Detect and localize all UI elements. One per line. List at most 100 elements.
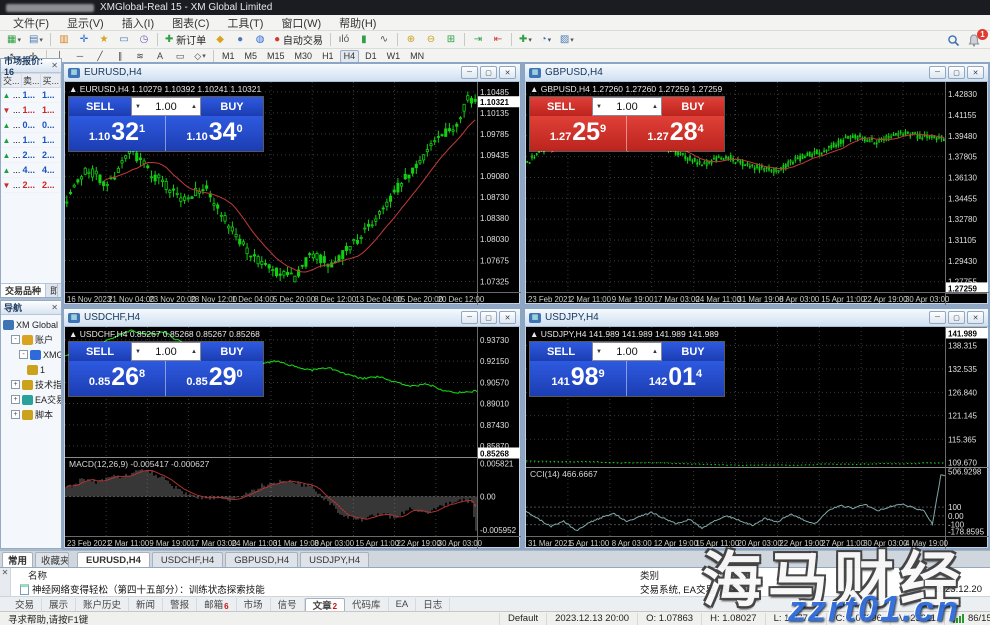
one-click-trading-panel[interactable]: SELL▼1.00▲BUY1.272591.27284 — [529, 96, 725, 152]
new-order-button[interactable]: ✚ 新订单 — [162, 32, 209, 48]
templates-icon[interactable]: ▨▾ — [557, 32, 577, 48]
market-watch-row[interactable]: ▼ ...2...2... — [2, 178, 61, 193]
profiles-icon[interactable]: ▤▾ — [26, 32, 46, 48]
menu-item[interactable]: 工具(T) — [218, 14, 272, 32]
period-button-mn[interactable]: MN — [406, 50, 428, 63]
lot-up-icon[interactable]: ▲ — [649, 104, 661, 110]
period-button-m30[interactable]: M30 — [291, 50, 317, 63]
close-icon[interactable]: ✕ — [499, 66, 516, 79]
chart-window-usdchf[interactable]: ▦USDCHF,H4─▢✕MACD(12,26,9) -0.005417 -0.… — [63, 308, 521, 549]
buy-button[interactable]: BUY — [662, 97, 724, 116]
terminal-tab-文章[interactable]: 文章2 — [305, 598, 345, 611]
period-button-h1[interactable]: H1 — [318, 50, 338, 63]
strategy-tester-icon[interactable]: ◷ — [135, 32, 153, 48]
period-button-w1[interactable]: W1 — [383, 50, 405, 63]
terminal-icon[interactable]: ▭ — [115, 32, 133, 48]
lot-down-icon[interactable]: ▼ — [132, 104, 144, 110]
navigator-item[interactable]: 1 — [3, 362, 61, 377]
status-profile[interactable]: Default — [500, 613, 547, 625]
chart-body[interactable]: 1.428301.411551.394801.378051.361301.344… — [526, 82, 987, 303]
lot-down-icon[interactable]: ▼ — [132, 349, 144, 355]
chart-body[interactable]: MACD(12,26,9) -0.005417 -0.0006270.00582… — [65, 327, 519, 547]
market-watch-row[interactable]: ▼ ...1...1... — [2, 103, 61, 118]
menu-item[interactable]: 帮助(H) — [330, 14, 385, 32]
market-watch-tab-1[interactable]: 即 — [46, 284, 58, 297]
terminal-tab-日志[interactable]: 日志 — [416, 598, 450, 611]
lot-size-field[interactable]: ▼1.00▲ — [131, 342, 201, 361]
periods-icon[interactable]: ◔▾ — [537, 32, 555, 48]
close-icon[interactable]: ✕ — [51, 61, 58, 70]
terminal-name-header[interactable]: 名称 — [28, 568, 47, 582]
chart-shift-icon[interactable]: ⇤ — [489, 32, 507, 48]
auto-scroll-icon[interactable]: ⇥ — [469, 32, 487, 48]
period-button-d1[interactable]: D1 — [361, 50, 381, 63]
tree-expander-icon[interactable]: + — [11, 395, 20, 404]
navigator-item[interactable]: -账户 — [3, 332, 61, 347]
chart-window-gbpusd[interactable]: ▦GBPUSD,H4─▢✕1.428301.411551.394801.3780… — [524, 63, 989, 305]
minimize-icon[interactable]: ─ — [461, 311, 478, 324]
tree-expander-icon[interactable]: + — [11, 410, 20, 419]
market-watch-row[interactable]: ▲ ...1...1... — [2, 88, 61, 103]
navigator-tab-favorites[interactable]: 收藏夹 — [35, 552, 69, 567]
restore-icon[interactable]: ▢ — [948, 311, 965, 324]
terminal-tab-邮箱[interactable]: 邮箱6 — [197, 598, 236, 611]
chart-window-titlebar[interactable]: ▦USDCHF,H4─▢✕ — [64, 309, 520, 327]
terminal-tab-展示[interactable]: 展示 — [42, 598, 76, 611]
terminal-tab-信号[interactable]: 信号 — [271, 598, 305, 611]
one-click-trading-panel[interactable]: SELL▼1.00▲BUY141989142014 — [529, 341, 725, 397]
navigator-item[interactable]: -XMG — [3, 347, 61, 362]
minimize-icon[interactable]: ─ — [461, 66, 478, 79]
lot-size-field[interactable]: ▼1.00▲ — [592, 97, 662, 116]
navigator-item[interactable]: XM Global — [3, 317, 61, 332]
new-chart-icon[interactable]: ▦▾ — [4, 32, 24, 48]
restore-icon[interactable]: ▢ — [948, 66, 965, 79]
restore-icon[interactable]: ▢ — [480, 66, 497, 79]
menu-item[interactable]: 窗口(W) — [272, 14, 330, 32]
tree-expander-icon[interactable]: - — [19, 350, 28, 359]
one-click-trading-panel[interactable]: SELL▼1.00▲BUY1.103211.10340 — [68, 96, 264, 152]
tree-expander-icon[interactable]: - — [11, 335, 20, 344]
lot-size-field[interactable]: ▼1.00▲ — [131, 97, 201, 116]
period-button-m1[interactable]: M1 — [218, 50, 239, 63]
tree-expander-icon[interactable]: + — [11, 380, 20, 389]
terminal-tab-市场[interactable]: 市场 — [237, 598, 271, 611]
terminal-category-header[interactable]: 类别 — [640, 568, 659, 582]
one-click-trading-panel[interactable]: SELL▼1.00▲BUY0.852680.85290 — [68, 341, 264, 397]
zoom-in-icon[interactable]: ⊕ — [402, 32, 420, 48]
close-icon[interactable]: ✕ — [499, 311, 516, 324]
minimize-icon[interactable]: ─ — [929, 66, 946, 79]
buy-price[interactable]: 0.85290 — [166, 361, 263, 396]
sell-button[interactable]: SELL — [530, 97, 592, 116]
chart-tab-usdjpy[interactable]: USDJPY,H4 — [300, 552, 369, 567]
restore-icon[interactable]: ▢ — [480, 311, 497, 324]
menu-item[interactable]: 插入(I) — [113, 14, 163, 32]
sell-button[interactable]: SELL — [69, 342, 131, 361]
chart-window-titlebar[interactable]: ▦GBPUSD,H4─▢✕ — [525, 64, 988, 82]
navigator-tab-common[interactable]: 常用 — [2, 552, 33, 567]
market-watch-column-header[interactable]: 交... — [2, 74, 22, 88]
autotrading-button[interactable]: ● 自动交易 — [271, 32, 326, 48]
chart-window-eurusd[interactable]: ▦EURUSD,H4─▢✕1.104851.101351.097851.0943… — [63, 63, 521, 305]
terminal-tab-新闻[interactable]: 新闻 — [129, 598, 163, 611]
fullscreen-icon[interactable]: ◍ — [251, 32, 269, 48]
metaeditor-icon[interactable]: ◆ — [211, 32, 229, 48]
close-icon[interactable]: ✕ — [51, 303, 58, 312]
search-icon[interactable] — [944, 32, 963, 48]
bar-chart-icon[interactable]: ıló — [335, 32, 353, 48]
lot-up-icon[interactable]: ▲ — [649, 349, 661, 355]
chart-window-titlebar[interactable]: ▦EURUSD,H4─▢✕ — [64, 64, 520, 82]
market-watch-row[interactable]: ▲ ...2...2... — [2, 148, 61, 163]
line-chart-icon[interactable]: ∿ — [375, 32, 393, 48]
period-button-m15[interactable]: M15 — [263, 50, 289, 63]
period-button-m5[interactable]: M5 — [241, 50, 262, 63]
terminal-tab-警报[interactable]: 警报 — [163, 598, 197, 611]
buy-price[interactable]: 1.10340 — [166, 116, 263, 151]
terminal-tab-交易[interactable]: 交易 — [8, 598, 42, 611]
sell-price[interactable]: 1.10321 — [69, 116, 166, 151]
menu-item[interactable]: 显示(V) — [58, 14, 113, 32]
buy-price[interactable]: 1.27284 — [627, 116, 724, 151]
chart-body[interactable]: 1.104851.101351.097851.094351.090801.087… — [65, 82, 519, 303]
data-window-icon[interactable]: ✛ — [75, 32, 93, 48]
buy-price[interactable]: 142014 — [627, 361, 724, 396]
chart-body[interactable]: CCI(14) 466.6667506.92981000.00-100-178.… — [526, 327, 987, 547]
